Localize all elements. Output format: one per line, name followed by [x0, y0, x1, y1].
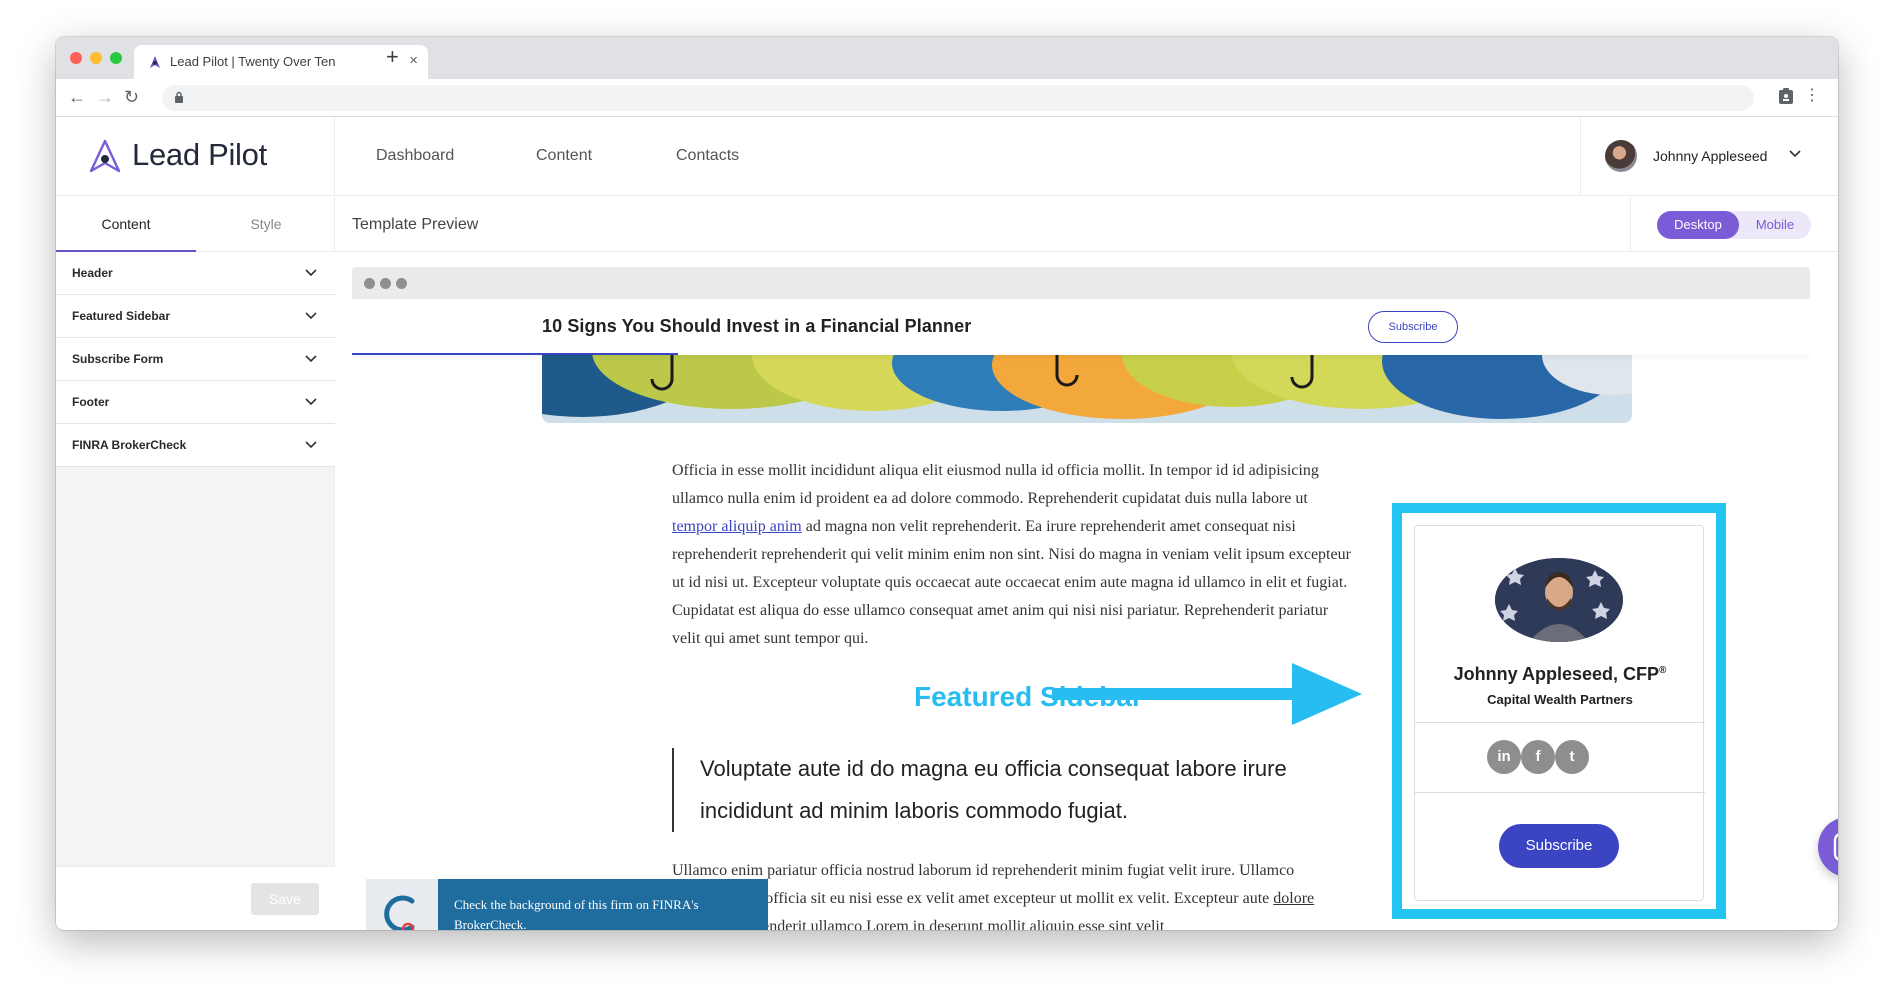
editor-tabs: Content Style: [56, 197, 335, 252]
mock-dot: [364, 278, 375, 289]
paragraph-text: ullamco Lorem in deserunt mollit aliquip…: [806, 918, 1165, 930]
finra-logo-area: [366, 879, 438, 930]
paragraph-text: ad magna non velit reprehenderit. Ea iru…: [672, 518, 1351, 647]
umbrellas-image: [542, 355, 1632, 423]
nav-contacts[interactable]: Contacts: [676, 147, 739, 165]
facebook-icon[interactable]: f: [1521, 740, 1555, 774]
reading-progress-bar: [352, 353, 678, 355]
finra-brokercheck-icon: [384, 895, 415, 930]
preview-page: 10 Signs You Should Invest in a Financia…: [352, 299, 1810, 930]
sidebar-subscribe-button[interactable]: Subscribe: [1499, 824, 1619, 868]
lead-pilot-logo-icon: [89, 139, 121, 173]
accordion-label: FINRA BrokerCheck: [72, 438, 187, 452]
new-tab-button[interactable]: +: [386, 46, 399, 68]
advisor-company: Capital Wealth Partners: [1487, 692, 1633, 707]
tab-close-icon[interactable]: ×: [409, 52, 418, 69]
mobile-toggle-button[interactable]: Mobile: [1739, 211, 1811, 239]
app-header: Lead Pilot Dashboard Content Contacts Jo…: [56, 117, 1838, 196]
advisor-photo: [1495, 558, 1623, 642]
header-subscribe-button[interactable]: Subscribe: [1368, 311, 1458, 343]
user-menu[interactable]: Johnny Appleseed: [1580, 117, 1838, 196]
finra-text: Check the background of this firm on FIN…: [438, 879, 768, 930]
featured-sidebar-highlight: Johnny Appleseed, CFP® Capital Wealth Pa…: [1392, 503, 1726, 919]
accordion-label: Featured Sidebar: [72, 309, 171, 323]
nav-dashboard[interactable]: Dashboard: [376, 147, 454, 165]
address-bar[interactable]: [162, 85, 1754, 111]
accordion-footer[interactable]: Footer: [56, 381, 335, 424]
device-toggle: Desktop Mobile: [1657, 211, 1811, 239]
settings-panel: Header Featured Sidebar Subscribe Form F…: [56, 252, 335, 930]
maximize-window-button[interactable]: [110, 52, 122, 64]
blockquote: Voluptate aute id do magna eu officia co…: [672, 748, 1352, 832]
accordion-subscribe-form[interactable]: Subscribe Form: [56, 338, 335, 381]
desktop-toggle-button[interactable]: Desktop: [1657, 211, 1739, 239]
logo-area: Lead Pilot: [56, 117, 335, 196]
user-name: Johnny Appleseed: [1653, 148, 1768, 164]
close-window-button[interactable]: [70, 52, 82, 64]
page-title: Template Preview: [352, 216, 479, 233]
accordion-header[interactable]: Header: [56, 252, 335, 295]
paragraph-link[interactable]: tempor aliquip anim: [672, 518, 802, 535]
accordion-label: Subscribe Form: [72, 352, 164, 366]
back-button[interactable]: ←: [68, 86, 86, 108]
article-paragraph: Ullamco enim pariatur officia nostrud la…: [672, 857, 1352, 930]
avatar: [1605, 140, 1637, 172]
annotation-arrow-icon: [1052, 663, 1362, 725]
article-title: 10 Signs You Should Invest in a Financia…: [542, 316, 972, 336]
article-header: 10 Signs You Should Invest in a Financia…: [352, 299, 1810, 355]
chevron-down-icon: [305, 398, 317, 406]
mock-browser-bar: [352, 267, 1810, 299]
hero-image: [542, 355, 1632, 423]
extension-icon[interactable]: [1778, 87, 1794, 105]
sub-header: Content Style Template Preview Desktop M…: [56, 197, 1838, 252]
tab-bar: Lead Pilot | Twenty Over Ten × +: [56, 37, 1838, 79]
registered-mark: ®: [1659, 665, 1667, 676]
minimize-window-button[interactable]: [90, 52, 102, 64]
accordion-featured-sidebar[interactable]: Featured Sidebar: [56, 295, 335, 338]
advisor-name: Johnny Appleseed, CFP®: [1415, 664, 1705, 685]
twitter-icon[interactable]: t: [1555, 740, 1589, 774]
tab-style[interactable]: Style: [196, 197, 336, 252]
tab-title: Lead Pilot | Twenty Over Ten: [170, 54, 336, 69]
finra-brokercheck-banner[interactable]: Check the background of this firm on FIN…: [366, 879, 768, 930]
browser-toolbar: ← → ↻ ⋮: [56, 79, 1838, 117]
accordion-label: Header: [72, 266, 113, 280]
divider: [1415, 722, 1705, 723]
paragraph-text: Officia in esse mollit incididunt aliqua…: [672, 462, 1319, 507]
browser-menu-button[interactable]: ⋮: [1804, 87, 1820, 105]
featured-sidebar: Johnny Appleseed, CFP® Capital Wealth Pa…: [1414, 525, 1705, 901]
lock-icon: [175, 91, 183, 103]
reload-button[interactable]: ↻: [124, 86, 139, 108]
chat-icon: [1833, 833, 1838, 861]
accordion-finra-brokercheck[interactable]: FINRA BrokerCheck: [56, 424, 335, 467]
favicon-icon: [150, 56, 160, 68]
chevron-down-icon: [305, 269, 317, 277]
chevron-down-icon: [305, 355, 317, 363]
linkedin-icon[interactable]: in: [1487, 740, 1521, 774]
browser-window: Lead Pilot | Twenty Over Ten × + ← → ↻ ⋮: [56, 37, 1838, 930]
save-button[interactable]: Save: [251, 883, 319, 915]
tab-content[interactable]: Content: [56, 197, 196, 252]
accordion-label: Footer: [72, 395, 110, 409]
chevron-down-icon: [1789, 150, 1801, 158]
mock-dot: [396, 278, 407, 289]
forward-button[interactable]: →: [96, 86, 114, 108]
logo-text[interactable]: Lead Pilot: [132, 137, 267, 173]
template-preview: 10 Signs You Should Invest in a Financia…: [336, 252, 1838, 930]
chevron-down-icon: [305, 441, 317, 449]
nav-content[interactable]: Content: [536, 147, 592, 165]
divider: [1415, 792, 1705, 793]
advisor-name-text: Johnny Appleseed, CFP: [1453, 664, 1659, 684]
chat-launcher-button[interactable]: [1818, 817, 1838, 877]
save-bar: Save: [56, 866, 335, 930]
browser-tab[interactable]: Lead Pilot | Twenty Over Ten ×: [134, 45, 428, 79]
mock-dot: [380, 278, 391, 289]
chevron-down-icon: [305, 312, 317, 320]
device-toggle-area: Desktop Mobile: [1630, 197, 1838, 252]
article-paragraph: Officia in esse mollit incididunt aliqua…: [672, 457, 1352, 653]
